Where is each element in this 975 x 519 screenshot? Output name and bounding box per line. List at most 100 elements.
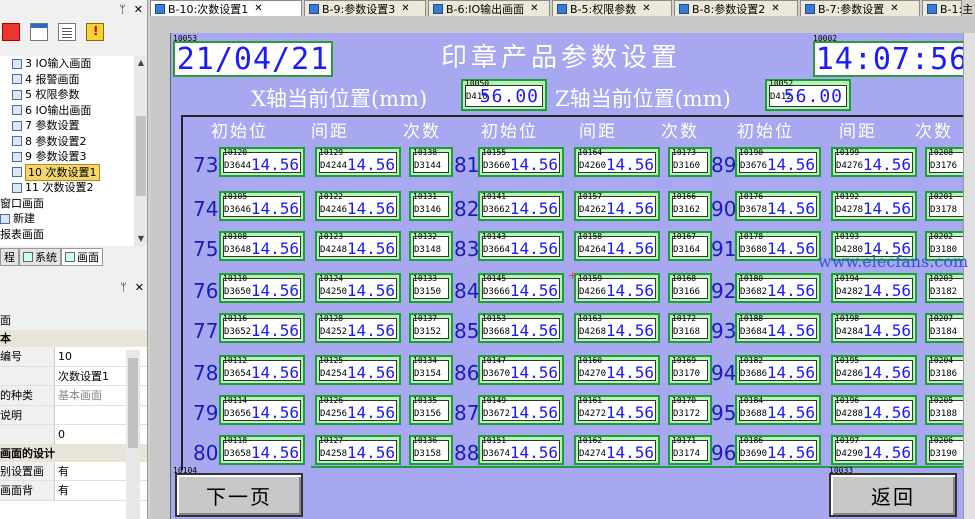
- pin-icon[interactable]: ᛘ: [120, 281, 127, 294]
- tree-item[interactable]: 窗口画面: [0, 196, 134, 212]
- document-tab[interactable]: B-1:主: [922, 0, 973, 16]
- numeric-input[interactable]: 10141 D3662 14.56: [478, 191, 564, 221]
- numeric-input[interactable]: 10163 D4268 14.56: [574, 313, 660, 343]
- close-icon[interactable]: ✕: [135, 281, 144, 294]
- tab-program[interactable]: 程: [0, 248, 19, 266]
- numeric-input[interactable]: 10164 D4260 14.56: [574, 147, 660, 177]
- numeric-input[interactable]: 10195 D4286 14.56: [831, 355, 917, 385]
- numeric-input[interactable]: 10125 D4254 14.56: [315, 355, 401, 385]
- numeric-input[interactable]: 10110 D3650 14.56: [219, 273, 305, 303]
- numeric-input[interactable]: 10158 D4264 14.56: [574, 231, 660, 261]
- numeric-input[interactable]: 10127 D4258 14.56: [315, 435, 401, 465]
- close-icon[interactable]: ✕: [890, 3, 898, 14]
- tree-item[interactable]: 报表画面: [0, 227, 134, 243]
- numeric-input[interactable]: 10167 D3164: [668, 231, 712, 261]
- numeric-input[interactable]: 10178 D3680 14.56: [735, 231, 821, 261]
- close-icon[interactable]: ✕: [642, 3, 650, 14]
- z-position-display[interactable]: 10052 D412 56.00: [765, 79, 851, 111]
- close-icon[interactable]: ✕: [530, 3, 538, 14]
- numeric-input[interactable]: 10137 D3152: [409, 313, 453, 343]
- back-button[interactable]: 返回: [829, 473, 957, 517]
- numeric-input[interactable]: 10186 D3690 14.56: [735, 435, 821, 465]
- canvas-scrollbar[interactable]: [963, 33, 975, 519]
- numeric-input[interactable]: 10157 D4262 14.56: [574, 191, 660, 221]
- time-display[interactable]: 14:07:56: [813, 41, 970, 77]
- numeric-input[interactable]: 10147 D3670 14.56: [478, 355, 564, 385]
- numeric-input[interactable]: 10192 D4278 14.56: [831, 191, 917, 221]
- numeric-input[interactable]: 10143 D3664 14.56: [478, 231, 564, 261]
- numeric-input[interactable]: 10145 D3666 14.56: [478, 273, 564, 303]
- warning-icon[interactable]: [86, 23, 104, 41]
- numeric-input[interactable]: 10182 D3686 14.56: [735, 355, 821, 385]
- numeric-input[interactable]: 10180 D3682 14.56: [735, 273, 821, 303]
- numeric-input[interactable]: 10105 D3646 14.56: [219, 191, 305, 221]
- new-window-icon[interactable]: [30, 23, 48, 41]
- scroll-up-icon[interactable]: ▲: [134, 56, 147, 70]
- numeric-input[interactable]: 10123 D4248 14.56: [315, 231, 401, 261]
- numeric-input[interactable]: 10153 D3668 14.56: [478, 313, 564, 343]
- close-icon[interactable]: ✕: [771, 3, 779, 14]
- numeric-input[interactable]: 10135 D3156: [409, 395, 453, 425]
- document-tab[interactable]: B-7:参数设置 ✕: [800, 0, 920, 16]
- numeric-input[interactable]: 10149 D3672 14.56: [478, 395, 564, 425]
- numeric-input[interactable]: 10129 D4244 14.56: [315, 147, 401, 177]
- tree-scrollbar[interactable]: ▲ ▼: [134, 56, 147, 246]
- next-page-button[interactable]: 下一页: [175, 473, 303, 517]
- numeric-input[interactable]: 10176 D3678 14.56: [735, 191, 821, 221]
- tab-system[interactable]: 系统: [19, 248, 61, 266]
- numeric-input[interactable]: 10151 D3674 14.56: [478, 435, 564, 465]
- document-tab[interactable]: B-5:权限参数 ✕: [552, 0, 672, 16]
- numeric-input[interactable]: 10134 D3154: [409, 355, 453, 385]
- numeric-input[interactable]: 10171 D3174: [668, 435, 712, 465]
- numeric-input[interactable]: 10138 D3144: [409, 147, 453, 177]
- numeric-input[interactable]: 10173 D3160: [668, 147, 712, 177]
- tree-item[interactable]: 4 报警画面: [0, 72, 134, 88]
- numeric-input[interactable]: 10169 D3170: [668, 355, 712, 385]
- numeric-input[interactable]: 10161 D4272 14.56: [574, 395, 660, 425]
- numeric-input[interactable]: 10172 D3168: [668, 313, 712, 343]
- numeric-input[interactable]: 10166 D3162: [668, 191, 712, 221]
- tree-item[interactable]: 8 参数设置2: [0, 134, 134, 150]
- numeric-input[interactable]: 10188 D3684 14.56: [735, 313, 821, 343]
- numeric-input[interactable]: 10132 D3148: [409, 231, 453, 261]
- numeric-input[interactable]: 10196 D4288 14.56: [831, 395, 917, 425]
- numeric-input[interactable]: 10190 D3676 14.56: [735, 147, 821, 177]
- close-icon[interactable]: ✕: [254, 3, 262, 14]
- tree-item[interactable]: 7 参数设置: [0, 118, 134, 134]
- numeric-input[interactable]: 10118 D3658 14.56: [219, 435, 305, 465]
- scroll-thumb[interactable]: [136, 116, 146, 196]
- tree-item[interactable]: 3 IO输入画面: [0, 56, 134, 72]
- tree-item[interactable]: 10 次数设置1: [0, 163, 134, 181]
- delete-icon[interactable]: [2, 23, 20, 41]
- tree-item[interactable]: 11 次数设置2: [0, 180, 134, 196]
- numeric-input[interactable]: 10114 D3656 14.56: [219, 395, 305, 425]
- numeric-input[interactable]: 10194 D4282 14.56: [831, 273, 917, 303]
- numeric-input[interactable]: 10133 D3150: [409, 273, 453, 303]
- tree-item[interactable]: 9 参数设置3: [0, 149, 134, 165]
- numeric-input[interactable]: 10108 D3648 14.56: [219, 231, 305, 261]
- numeric-input[interactable]: 10124 D4250 14.56: [315, 273, 401, 303]
- numeric-input[interactable]: 10184 D3688 14.56: [735, 395, 821, 425]
- numeric-input[interactable]: 10120 D3644 14.56: [219, 147, 305, 177]
- scroll-down-icon[interactable]: ▼: [134, 232, 147, 246]
- numeric-input[interactable]: 10197 D4290 14.56: [831, 435, 917, 465]
- pin-icon[interactable]: ᛘ: [119, 3, 126, 16]
- document-tab[interactable]: B-10:次数设置1 ✕: [150, 0, 302, 16]
- document-tab[interactable]: B-6:IO输出画面 ✕: [428, 0, 550, 16]
- numeric-input[interactable]: 10122 D4246 14.56: [315, 191, 401, 221]
- numeric-input[interactable]: 10168 D3166: [668, 273, 712, 303]
- numeric-input[interactable]: 10159 D4266 14.56: [574, 273, 660, 303]
- numeric-input[interactable]: 10155 D3660 14.56: [478, 147, 564, 177]
- tab-screen[interactable]: 画面: [61, 248, 103, 266]
- document-tab[interactable]: B-9:参数设置3 ✕: [304, 0, 426, 16]
- numeric-input[interactable]: 10136 D3158: [409, 435, 453, 465]
- x-position-display[interactable]: 10050 D410 56.00: [461, 79, 547, 111]
- numeric-input[interactable]: 10162 D4274 14.56: [574, 435, 660, 465]
- numeric-input[interactable]: 10170 D3172: [668, 395, 712, 425]
- close-icon[interactable]: ✕: [134, 3, 143, 16]
- tree-item[interactable]: 新建: [0, 211, 134, 227]
- scroll-thumb[interactable]: [128, 358, 138, 448]
- numeric-input[interactable]: 10112 D3654 14.56: [219, 355, 305, 385]
- props-scrollbar[interactable]: [126, 350, 140, 519]
- numeric-input[interactable]: 10160 D4270 14.56: [574, 355, 660, 385]
